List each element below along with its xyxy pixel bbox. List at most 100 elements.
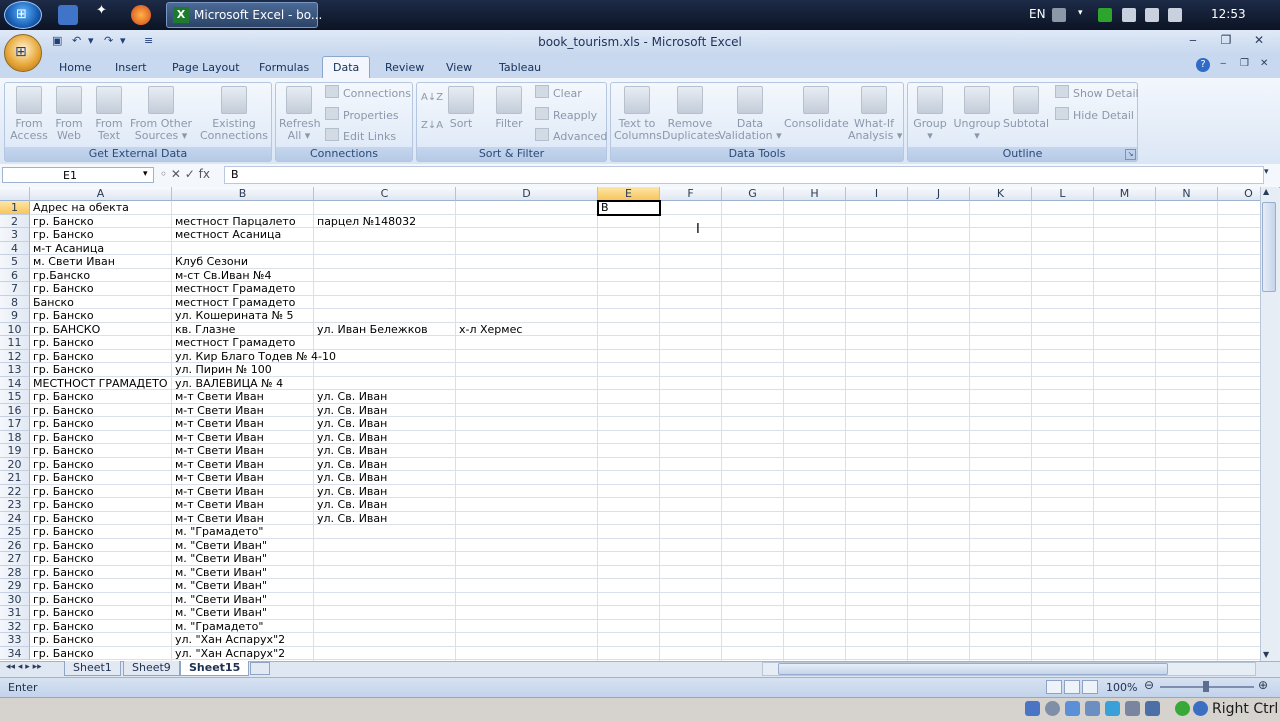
cell-b13[interactable]: ул. Пирин № 100: [173, 363, 272, 376]
cell-a9[interactable]: гр. Банско: [31, 309, 94, 322]
formula-input[interactable]: B: [224, 166, 1264, 184]
tray-expand-icon[interactable]: ▾: [1078, 8, 1092, 22]
cell-b5[interactable]: Клуб Сезони: [173, 255, 248, 268]
cell-a32[interactable]: гр. Банско: [31, 620, 94, 633]
tab-page-layout[interactable]: Page Layout: [172, 61, 240, 74]
cell-b1[interactable]: [173, 201, 175, 214]
row-header[interactable]: 15: [0, 390, 30, 404]
row-header[interactable]: 27: [0, 552, 30, 566]
row-header[interactable]: 14: [0, 376, 30, 390]
properties-button[interactable]: Properties: [325, 107, 399, 122]
cell-a11[interactable]: гр. Банско: [31, 336, 94, 349]
cell-b30[interactable]: м. "Свети Иван": [173, 593, 267, 606]
cell-c13[interactable]: [315, 363, 317, 376]
cell-d5[interactable]: [457, 255, 459, 268]
scroll-down-icon[interactable]: ▼: [1263, 650, 1269, 659]
cell-a12[interactable]: гр. Банско: [31, 350, 94, 363]
cell-d10[interactable]: х-л Хермес: [457, 323, 522, 336]
row-header[interactable]: 16: [0, 403, 30, 417]
row-header[interactable]: 3: [0, 228, 30, 242]
advanced-filter-button[interactable]: Advanced: [535, 128, 607, 143]
close-workbook-icon[interactable]: ✕: [1260, 58, 1268, 69]
cell-c18[interactable]: ул. Св. Иван: [315, 431, 387, 444]
cell-a18[interactable]: гр. Банско: [31, 431, 94, 444]
cell-b16[interactable]: м-т Свети Иван: [173, 404, 264, 417]
cell-c20[interactable]: ул. Св. Иван: [315, 458, 387, 471]
cell-c30[interactable]: [315, 593, 317, 606]
cell-b22[interactable]: м-т Свети Иван: [173, 485, 264, 498]
cell-a17[interactable]: гр. Банско: [31, 417, 94, 430]
row-header[interactable]: 8: [0, 295, 30, 309]
expand-formula-bar-icon[interactable]: ▾: [1264, 167, 1269, 177]
cell-d13[interactable]: [457, 363, 459, 376]
cell-c7[interactable]: [315, 282, 317, 295]
row-header[interactable]: 6: [0, 268, 30, 282]
row-header[interactable]: 11: [0, 336, 30, 350]
column-header-d[interactable]: D: [456, 187, 598, 201]
zoom-out-icon[interactable]: ⊖: [1144, 678, 1154, 692]
cell-d15[interactable]: [457, 390, 459, 403]
row-header[interactable]: 33: [0, 633, 30, 647]
existing-connections-button[interactable]: Existing Connections: [200, 86, 268, 142]
row-header[interactable]: 4: [0, 241, 30, 255]
cell-b19[interactable]: м-т Свети Иван: [173, 444, 264, 457]
formula-buttons[interactable]: ◦ ✕ ✓ fx: [160, 167, 222, 183]
worksheet-grid[interactable]: A B C D E F G H I J K L M N O 1 Адрес на обекта 2 гр. Банс…: [0, 187, 1260, 661]
column-header-j[interactable]: J: [908, 187, 970, 201]
cell-b7[interactable]: местност Грамадето: [173, 282, 295, 295]
cell-c33[interactable]: [315, 633, 317, 646]
zoom-slider-knob[interactable]: [1203, 681, 1209, 692]
cell-b3[interactable]: местност Асаница: [173, 228, 281, 241]
vertical-scroll-thumb[interactable]: [1262, 202, 1276, 292]
help-icon[interactable]: ?: [1196, 58, 1210, 72]
column-header-g[interactable]: G: [722, 187, 784, 201]
cell-c23[interactable]: ул. Св. Иван: [315, 498, 387, 511]
cell-a5[interactable]: м. Свети Иван: [31, 255, 115, 268]
pen-icon[interactable]: [1065, 701, 1080, 716]
network-icon[interactable]: [1168, 8, 1182, 22]
optical-drive-icon[interactable]: [1045, 701, 1060, 716]
row-header[interactable]: 19: [0, 444, 30, 458]
sheet-tab-sheet9[interactable]: Sheet9: [123, 661, 180, 676]
name-box-dropdown-icon[interactable]: ▾: [143, 169, 148, 179]
cell-b4[interactable]: [173, 242, 175, 255]
row-header[interactable]: 7: [0, 282, 30, 296]
tab-tableau[interactable]: Tableau: [499, 61, 541, 74]
cell-c3[interactable]: [315, 228, 317, 241]
cell-d12[interactable]: [457, 350, 459, 363]
sheet-navigation-icons[interactable]: ◂◂ ◂ ▸ ▸▸: [6, 662, 42, 672]
cell-a16[interactable]: гр. Банско: [31, 404, 94, 417]
cell-d32[interactable]: [457, 620, 459, 633]
column-header-o[interactable]: O: [1218, 187, 1260, 201]
cell-a20[interactable]: гр. Банско: [31, 458, 94, 471]
row-header[interactable]: 2: [0, 214, 30, 228]
cell-c24[interactable]: ул. Св. Иван: [315, 512, 387, 525]
row-header[interactable]: 12: [0, 349, 30, 363]
cell-a15[interactable]: гр. Банско: [31, 390, 94, 403]
cell-d25[interactable]: [457, 525, 459, 538]
cell-d11[interactable]: [457, 336, 459, 349]
office-button[interactable]: ⊞: [4, 34, 42, 72]
group-rows-button[interactable]: Group ▾: [911, 86, 949, 142]
guest-additions-icon[interactable]: [1175, 701, 1190, 716]
zoom-level[interactable]: 100%: [1106, 681, 1137, 694]
cell-b32[interactable]: м. "Грамадето": [173, 620, 263, 633]
row-header[interactable]: 23: [0, 498, 30, 512]
row-header[interactable]: 21: [0, 471, 30, 485]
cell-d28[interactable]: [457, 566, 459, 579]
column-header-c[interactable]: C: [314, 187, 456, 201]
cell-a31[interactable]: гр. Банско: [31, 606, 94, 619]
sparkle-icon[interactable]: ✦: [96, 3, 110, 18]
cell-b2[interactable]: местност Парцалето: [173, 215, 296, 228]
cell-c12[interactable]: [315, 350, 317, 363]
cell-c22[interactable]: ул. Св. Иван: [315, 485, 387, 498]
cell-b28[interactable]: м. "Свети Иван": [173, 566, 267, 579]
cell-c25[interactable]: [315, 525, 317, 538]
language-indicator[interactable]: EN: [1029, 7, 1046, 21]
cell-d3[interactable]: [457, 228, 459, 241]
from-other-sources-button[interactable]: From Other Sources ▾: [130, 86, 192, 142]
cell-c27[interactable]: [315, 552, 317, 565]
cell-a27[interactable]: гр. Банско: [31, 552, 94, 565]
mouse-integration-icon[interactable]: [1193, 701, 1208, 716]
page-layout-view-icon[interactable]: [1064, 680, 1080, 694]
